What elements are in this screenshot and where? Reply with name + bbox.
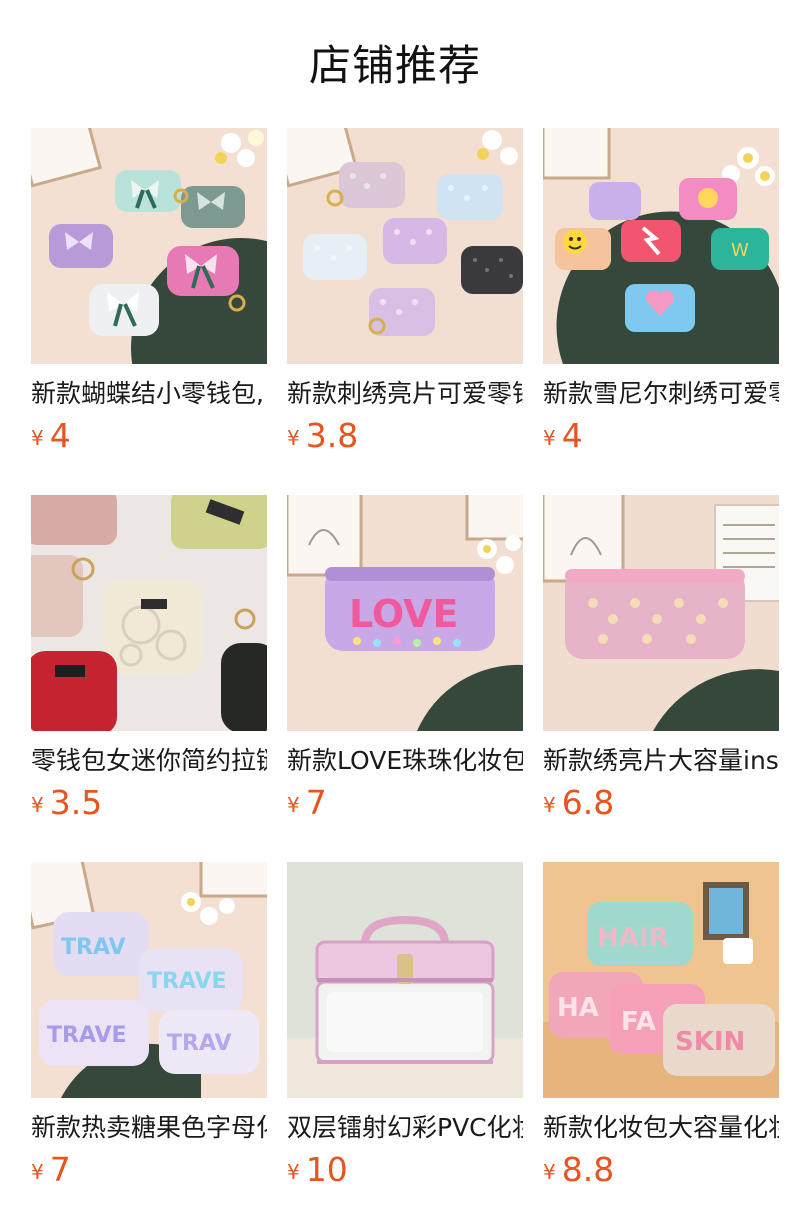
product-image[interactable]: HAIR HA FA SKIN — [543, 862, 779, 1098]
price-value: 7 — [49, 1150, 71, 1189]
product-name[interactable]: 新款化妆包大容量化妆 — [543, 1111, 779, 1147]
product-name[interactable]: 双层镭射幻彩PVC化妆 — [287, 1111, 523, 1147]
product-card[interactable]: HAIR HA FA SKIN 新款化妆包大容量化妆 ¥8.8 — [543, 862, 779, 1202]
price-value: 6.8 — [561, 783, 615, 822]
svg-text:LOVE: LOVE — [349, 592, 459, 636]
product-price: ¥8.8 — [543, 1150, 614, 1190]
product-price: ¥10 — [287, 1150, 348, 1190]
product-name[interactable]: 新款蝴蝶结小零钱包, — [31, 377, 267, 413]
product-card[interactable]: LOVE 新款LOVE珠珠化妆包 ¥7 — [287, 495, 523, 835]
product-card[interactable]: TRAV TRAVE TRAVE TRAV 新款热卖糖果色字母化 ¥7 — [31, 862, 267, 1202]
svg-text:TRAVE: TRAVE — [147, 969, 227, 994]
product-price: ¥3.8 — [287, 416, 358, 456]
product-price: ¥3.5 — [31, 783, 102, 823]
currency-symbol: ¥ — [31, 793, 44, 817]
svg-text:TRAV: TRAV — [167, 1031, 232, 1056]
price-value: 7 — [305, 783, 327, 822]
price-value: 3.8 — [305, 416, 359, 455]
price-value: 4 — [49, 416, 71, 455]
currency-symbol: ¥ — [31, 426, 44, 450]
product-image[interactable] — [543, 495, 779, 731]
price-value: 10 — [305, 1150, 348, 1189]
product-image[interactable] — [287, 128, 523, 364]
svg-text:TRAV: TRAV — [61, 935, 126, 960]
product-name[interactable]: 新款刺绣亮片可爱零钱 — [287, 377, 523, 413]
product-price: ¥6.8 — [543, 783, 614, 823]
product-image[interactable] — [31, 495, 267, 731]
product-image-graphic — [287, 862, 523, 1098]
svg-text:HA: HA — [557, 993, 599, 1023]
svg-text:HAIR: HAIR — [597, 923, 669, 953]
product-name[interactable]: 新款热卖糖果色字母化 — [31, 1111, 267, 1147]
currency-symbol: ¥ — [543, 793, 556, 817]
product-price: ¥7 — [287, 783, 327, 823]
product-card[interactable]: W 新款雪尼尔刺绣可爱零 ¥4 — [543, 128, 779, 468]
product-price: ¥7 — [31, 1150, 71, 1190]
product-card[interactable]: 双层镭射幻彩PVC化妆 ¥10 — [287, 862, 523, 1202]
currency-symbol: ¥ — [287, 793, 300, 817]
currency-symbol: ¥ — [31, 1160, 44, 1184]
product-image-graphic: LOVE — [287, 495, 523, 731]
price-value: 3.5 — [49, 783, 103, 822]
product-image-graphic — [543, 495, 779, 731]
page-title: 店铺推荐 — [308, 41, 481, 90]
product-price: ¥4 — [31, 416, 71, 456]
product-image[interactable] — [31, 128, 267, 364]
currency-symbol: ¥ — [543, 426, 556, 450]
product-image-graphic — [31, 495, 267, 731]
product-card[interactable]: 零钱包女迷你简约拉链 ¥3.5 — [31, 495, 267, 835]
product-image[interactable]: LOVE — [287, 495, 523, 731]
product-card[interactable]: 新款绣亮片大容量ins ¥6.8 — [543, 495, 779, 835]
product-image[interactable] — [287, 862, 523, 1098]
product-name[interactable]: 零钱包女迷你简约拉链 — [31, 744, 267, 780]
currency-symbol: ¥ — [287, 426, 300, 450]
svg-text:W: W — [731, 240, 749, 261]
product-image-graphic — [31, 128, 267, 364]
product-price: ¥4 — [543, 416, 583, 456]
product-image-graphic — [287, 128, 523, 364]
product-name[interactable]: 新款LOVE珠珠化妆包 — [287, 744, 523, 780]
currency-symbol: ¥ — [287, 1160, 300, 1184]
price-value: 8.8 — [561, 1150, 615, 1189]
svg-text:SKIN: SKIN — [675, 1027, 745, 1057]
product-name[interactable]: 新款绣亮片大容量ins — [543, 744, 779, 780]
product-image[interactable]: TRAV TRAVE TRAVE TRAV — [31, 862, 267, 1098]
product-card[interactable]: 新款蝴蝶结小零钱包, ¥4 — [31, 128, 267, 468]
product-image-graphic: HAIR HA FA SKIN — [543, 862, 779, 1098]
product-name[interactable]: 新款雪尼尔刺绣可爱零 — [543, 377, 779, 413]
svg-text:TRAVE: TRAVE — [47, 1023, 127, 1048]
product-image-graphic: W — [543, 128, 779, 364]
svg-text:FA: FA — [621, 1007, 656, 1037]
currency-symbol: ¥ — [543, 1160, 556, 1184]
product-card[interactable]: 新款刺绣亮片可爱零钱 ¥3.8 — [287, 128, 523, 468]
price-value: 4 — [561, 416, 583, 455]
store-recommendations-page: 店铺推荐 新款蝴蝶结小零钱包, ¥ 4 新款刺绣亮片可爱零钱 ¥ 3.8 W 新… — [0, 0, 790, 1230]
product-image-graphic: TRAV TRAVE TRAVE TRAV — [31, 862, 267, 1098]
product-image[interactable]: W — [543, 128, 779, 364]
